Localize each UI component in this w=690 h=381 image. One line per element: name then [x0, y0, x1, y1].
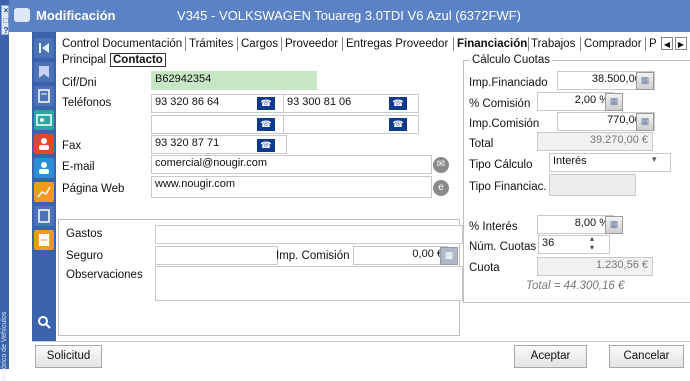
search-icon[interactable] — [34, 312, 54, 332]
user-blue-icon[interactable] — [34, 158, 54, 178]
total-label: Total — [469, 138, 494, 150]
observaciones-label: Observaciones — [66, 269, 143, 281]
web-label: Página Web — [62, 183, 125, 195]
open-web-icon[interactable]: e — [433, 180, 449, 196]
comision-pct-label: % Comisión — [469, 98, 531, 110]
subtab-principal[interactable]: Principal — [62, 54, 106, 66]
num-cuotas-spin-down-icon[interactable]: ▾ — [590, 243, 594, 252]
seguro-label: Seguro — [66, 250, 104, 262]
cancelar-button[interactable]: Cancelar — [609, 345, 684, 368]
tab-separator — [342, 37, 343, 51]
web-input[interactable]: www.nougir.com — [151, 176, 432, 198]
imp-comision-extra-calc-icon[interactable]: ▦ — [440, 247, 458, 265]
interes-label: % Interés — [469, 221, 518, 233]
total-summary: Total = 44.300,16 € — [526, 280, 625, 292]
interes-input[interactable]: 8,00 % — [537, 215, 614, 234]
num-cuotas-spin-up-icon[interactable]: ▴ — [590, 234, 594, 243]
tab-comprador[interactable]: Comprador — [584, 38, 642, 50]
tab-proveedor[interactable]: Proveedor — [285, 38, 338, 50]
cuota-value: 1.230,56 € — [537, 257, 653, 276]
cif-label: Cif/Dni — [62, 77, 97, 89]
tipo-calculo-label: Tipo Cálculo — [469, 159, 533, 171]
checklist-icon[interactable] — [34, 206, 54, 226]
tab-entregas-proveedor[interactable]: Entregas Proveedor — [346, 38, 448, 50]
tipo-financiac-input[interactable] — [549, 174, 636, 196]
tab-control-documentacion[interactable]: Control Documentación — [62, 38, 182, 50]
tool-column — [32, 32, 56, 341]
solicitud-label: Solicitud — [46, 350, 91, 362]
app-icon — [14, 8, 30, 22]
aceptar-button[interactable]: Aceptar — [514, 345, 587, 368]
id-card-icon[interactable] — [34, 110, 54, 130]
tipo-financiac-label: Tipo Financiac. — [469, 181, 547, 193]
email-label: E-mail — [62, 161, 95, 173]
user-red-icon[interactable] — [34, 134, 54, 154]
tab-separator — [237, 37, 238, 51]
tab-separator — [580, 37, 581, 51]
fax-label: Fax — [62, 140, 82, 152]
calculo-cuotas-legend: Cálculo Cuotas — [470, 54, 552, 66]
phone2-call-icon[interactable]: ☎ — [388, 96, 408, 111]
telefonos-label: Teléfonos — [62, 97, 112, 109]
email-input[interactable]: comercial@nougir.com — [151, 155, 432, 174]
comision-pct-calc-icon[interactable]: ▦ — [605, 93, 623, 111]
solicitud-button[interactable]: Solicitud — [35, 345, 102, 368]
vehicle-history-label[interactable]: Histórico de Vehículos — [1, 251, 13, 381]
observaciones-input[interactable] — [155, 266, 463, 301]
tab-tramites[interactable]: Trámites — [189, 38, 233, 50]
title-bar: Modificación V345 - VOLKSWAGEN Touareg 3… — [9, 0, 690, 32]
gastos-input[interactable] — [155, 225, 463, 244]
window-switcher: × □ ? — [1, 5, 9, 35]
imp-financiado-label: Imp.Financiado — [469, 77, 548, 89]
interes-calc-icon[interactable]: ▦ — [605, 216, 623, 234]
tipo-calculo-dropdown-icon[interactable]: ▾ — [652, 154, 657, 165]
seguro-input[interactable] — [155, 246, 278, 265]
send-mail-icon[interactable]: ✉ — [433, 157, 449, 173]
tab-bar: Control Documentación Trámites Cargos Pr… — [56, 32, 690, 54]
tab-separator — [281, 37, 282, 51]
tab-scroll-left-icon[interactable]: ◀ — [661, 37, 673, 50]
tab-separator — [645, 37, 646, 51]
vehicle-subtitle: V345 - VOLKSWAGEN Touareg 3.0TDI V6 Azul… — [177, 8, 521, 23]
tab-separator — [528, 37, 529, 51]
bottom-bar: Solicitud Aceptar Cancelar — [32, 341, 690, 369]
edit-document-icon[interactable] — [34, 86, 54, 106]
imp-comision-extra-label: Imp. Comisión — [276, 250, 350, 262]
aceptar-label: Aceptar — [530, 350, 571, 362]
phone1-call-icon[interactable]: ☎ — [256, 96, 276, 111]
imp-financiado-calc-icon[interactable]: ▦ — [636, 72, 654, 90]
subtab-contacto[interactable]: Contacto — [110, 53, 166, 67]
tab-more[interactable]: P — [649, 38, 657, 50]
window-title: Modificación — [36, 8, 116, 23]
bookmark-icon[interactable] — [34, 62, 54, 82]
phone4-call-icon[interactable]: ☎ — [388, 117, 408, 132]
tab-financiacion[interactable]: Financiación — [457, 38, 527, 50]
first-record-icon[interactable] — [34, 38, 54, 58]
main-panel: Principal Contacto Cif/Dni B62942354 Tel… — [56, 53, 690, 341]
tab-separator — [453, 37, 454, 51]
fax-call-icon[interactable]: ☎ — [256, 138, 276, 153]
total-value: 39.270,00 € — [537, 132, 653, 151]
tab-trabajos[interactable]: Trabajos — [531, 38, 575, 50]
num-cuotas-label: Núm. Cuotas — [469, 241, 537, 253]
imp-comision-calc-icon[interactable]: ▦ — [636, 113, 654, 131]
phone3-call-icon[interactable]: ☎ — [256, 117, 276, 132]
tab-separator — [185, 37, 186, 51]
comision-pct-input[interactable]: 2,00 % — [537, 92, 614, 111]
gastos-label: Gastos — [66, 228, 103, 240]
cif-input[interactable]: B62942354 — [151, 71, 317, 90]
imp-comision-extra-input[interactable]: 0,00 € — [353, 246, 448, 265]
tab-scroll-right-icon[interactable]: ▶ — [675, 37, 687, 50]
imp-comision-label: Imp.Comisión — [469, 118, 540, 130]
chart-icon[interactable] — [34, 182, 54, 202]
document-orange-icon[interactable] — [34, 230, 54, 250]
cancelar-label: Cancelar — [623, 350, 670, 362]
tab-cargos[interactable]: Cargos — [241, 38, 278, 50]
cuota-label: Cuota — [469, 262, 500, 274]
num-cuotas-input[interactable]: 36 — [538, 235, 610, 254]
